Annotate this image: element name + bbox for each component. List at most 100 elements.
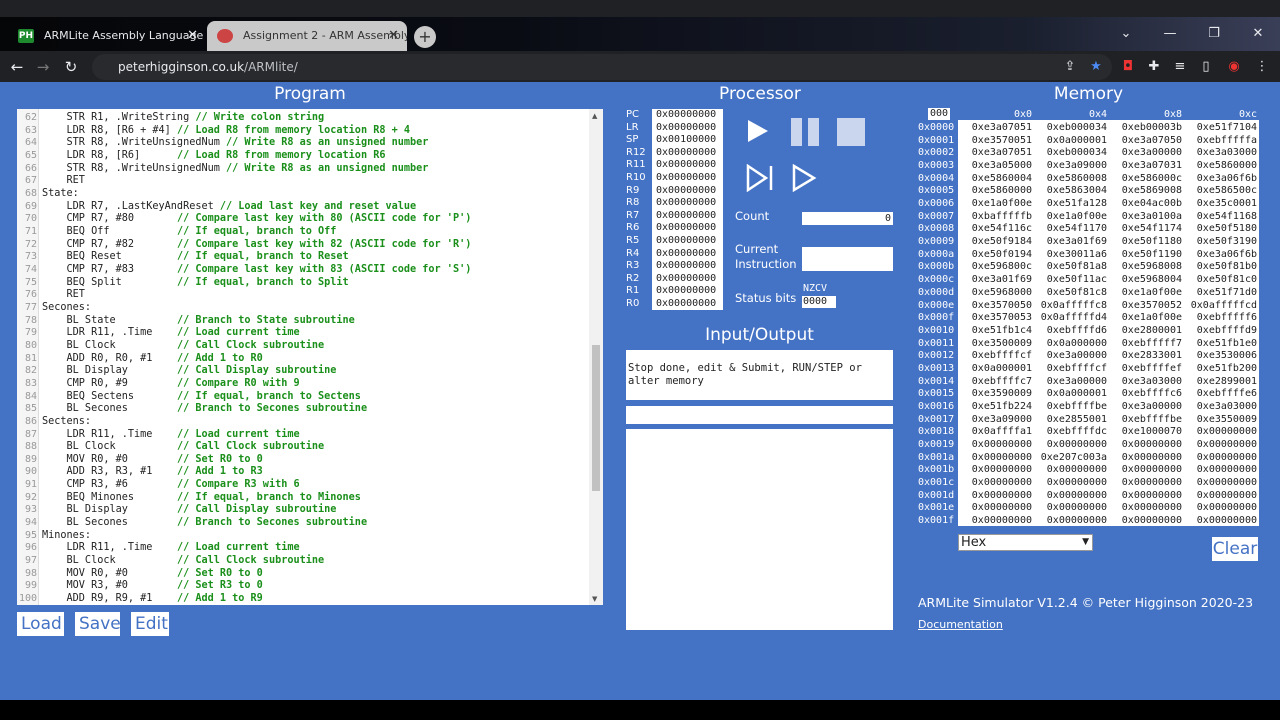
memory-cell[interactable]: 0x00000000 — [1033, 477, 1107, 488]
memory-cell[interactable]: 0xe3a06f6b — [1183, 249, 1257, 260]
close-icon[interactable]: ✕ — [187, 21, 198, 51]
memory-cell[interactable]: 0xe586500c — [1183, 185, 1257, 196]
memory-cell[interactable]: 0xebffffcf — [1033, 363, 1107, 374]
memory-cell[interactable]: 0xebffffc6 — [1108, 388, 1182, 399]
memory-cell[interactable]: 0x00000000 — [1033, 464, 1107, 475]
memory-cell[interactable]: 0xe3a00000 — [1108, 401, 1182, 412]
memory-cell[interactable]: 0xe3a07031 — [1108, 160, 1182, 171]
memory-cell[interactable]: 0xe3500009 — [958, 338, 1032, 349]
memory-cell[interactable]: 0xe5860008 — [1033, 173, 1107, 184]
memory-cell[interactable]: 0x0a000001 — [1033, 135, 1107, 146]
memory-cell[interactable]: 0xe54f1168 — [1183, 211, 1257, 222]
register-value[interactable]: 0x00000000 — [656, 197, 716, 208]
memory-cell[interactable]: 0x00000000 — [1033, 439, 1107, 450]
memory-cell[interactable]: 0xe51fb224 — [958, 401, 1032, 412]
memory-cell[interactable]: 0xe2833001 — [1108, 350, 1182, 361]
memory-cell[interactable]: 0xe3a00000 — [1033, 376, 1107, 387]
program-editor[interactable]: 62 63 64 65 66 67 68 69 70 71 72 73 74 75 76 77 78 79 80 81… — [17, 109, 603, 605]
back-arrow-icon[interactable]: ← — [5, 55, 29, 79]
memory-cell[interactable]: 0xe3a00000 — [1108, 147, 1182, 158]
share-icon[interactable]: ⇪ — [1060, 57, 1080, 77]
memory-cell[interactable]: 0xe2855001 — [1033, 414, 1107, 425]
memory-cell[interactable]: 0x00000000 — [958, 502, 1032, 513]
memory-cell[interactable]: 0xebffffd9 — [1183, 325, 1257, 336]
address-bar[interactable]: peterhigginson.co.uk/ARMlite/ — [92, 54, 1112, 80]
restore-icon[interactable]: ❐ — [1192, 17, 1236, 51]
memory-cell[interactable]: 0x0affffa1 — [958, 426, 1032, 437]
forward-arrow-icon[interactable]: → — [31, 55, 55, 79]
new-tab-button[interactable]: + — [414, 26, 436, 48]
register-value[interactable]: 0x00000000 — [656, 222, 716, 233]
memory-cell[interactable]: 0xe3a07050 — [1108, 135, 1182, 146]
memory-cell[interactable]: 0xe1a0f00e — [1108, 287, 1182, 298]
chevron-down-icon[interactable]: ⌄ — [1104, 17, 1148, 51]
memory-cell[interactable]: 0xe5869008 — [1108, 185, 1182, 196]
memory-cell[interactable]: 0x0a000000 — [1033, 338, 1107, 349]
close-window-icon[interactable]: ✕ — [1236, 17, 1280, 51]
memory-cell[interactable]: 0xe50f1180 — [1108, 236, 1182, 247]
memory-cell[interactable]: 0xebffffbe — [1108, 414, 1182, 425]
memory-cell[interactable]: 0x00000000 — [1183, 439, 1257, 450]
memory-cell[interactable]: 0xe50f9184 — [958, 236, 1032, 247]
memory-cell[interactable]: 0xe3a03000 — [1108, 376, 1182, 387]
memory-cell[interactable]: 0x0a000001 — [958, 363, 1032, 374]
memory-cell[interactable]: 0xebffffe6 — [1183, 388, 1257, 399]
edit-button[interactable]: Edit — [131, 612, 169, 636]
minimize-icon[interactable]: — — [1148, 17, 1192, 51]
memory-cell[interactable]: 0x00000000 — [1183, 452, 1257, 463]
memory-cell[interactable]: 0xe5860004 — [958, 173, 1032, 184]
memory-cell[interactable]: 0xe3530006 — [1183, 350, 1257, 361]
register-value[interactable]: 0x00000000 — [656, 147, 716, 158]
memory-cell[interactable]: 0x00000000 — [958, 439, 1032, 450]
register-value[interactable]: 0x00000000 — [656, 172, 716, 183]
memory-cell[interactable]: 0xe5968008 — [1108, 261, 1182, 272]
memory-cell[interactable]: 0xe3a03000 — [1183, 401, 1257, 412]
profile-avatar-icon[interactable]: ◉ — [1224, 57, 1244, 77]
stop-button[interactable] — [837, 118, 867, 146]
register-value[interactable]: 0x00000000 — [656, 285, 716, 296]
memory-cell[interactable]: 0x00000000 — [958, 452, 1032, 463]
memory-cell[interactable]: 0xe50f81b0 — [1183, 261, 1257, 272]
memory-cell[interactable]: 0xebfffff6 — [1183, 312, 1257, 323]
memory-cell[interactable]: 0xe3a09000 — [1033, 160, 1107, 171]
memory-cell[interactable]: 0xe3a03000 — [1183, 147, 1257, 158]
slow-run-button[interactable] — [792, 164, 818, 192]
memory-cell[interactable]: 0xe5860000 — [1183, 160, 1257, 171]
memory-cell[interactable]: 0xebffffd6 — [1033, 325, 1107, 336]
memory-cell[interactable]: 0x00000000 — [1108, 490, 1182, 501]
memory-cell[interactable]: 0xe3570050 — [958, 300, 1032, 311]
memory-cell[interactable]: 0xebffffcf — [958, 350, 1032, 361]
memory-cell[interactable]: 0xbafffffb — [958, 211, 1032, 222]
memory-cell[interactable]: 0x00000000 — [1108, 464, 1182, 475]
memory-cell[interactable]: 0xebffffc7 — [958, 376, 1032, 387]
register-value[interactable]: 0x00000000 — [656, 298, 716, 309]
memory-cell[interactable]: 0x00000000 — [1183, 477, 1257, 488]
memory-format-select[interactable]: Hex ▼ — [958, 534, 1093, 551]
memory-cell[interactable]: 0xe35c0001 — [1183, 198, 1257, 209]
run-button[interactable] — [746, 118, 770, 144]
memory-cell[interactable]: 0xe3a00000 — [1033, 350, 1107, 361]
memory-cell[interactable]: 0xe54f116c — [958, 223, 1032, 234]
memory-cell[interactable]: 0xe30011a6 — [1033, 249, 1107, 260]
register-value[interactable]: 0x00000000 — [656, 210, 716, 221]
memory-cell[interactable]: 0xe3a01f69 — [958, 274, 1032, 285]
memory-cell[interactable]: 0x00000000 — [1183, 502, 1257, 513]
memory-cell[interactable]: 0x00000000 — [1108, 502, 1182, 513]
memory-cell[interactable]: 0xe1000070 — [1108, 426, 1182, 437]
scrollbar-thumb[interactable] — [592, 345, 600, 491]
memory-cell[interactable]: 0xe51f7104 — [1183, 122, 1257, 133]
memory-cell[interactable]: 0x0a000001 — [1033, 388, 1107, 399]
memory-cell[interactable]: 0x00000000 — [1033, 490, 1107, 501]
memory-cell[interactable]: 0xe50f3190 — [1183, 236, 1257, 247]
io-input-field[interactable] — [626, 406, 893, 424]
memory-cell[interactable]: 0xe2800001 — [1108, 325, 1182, 336]
memory-cell[interactable]: 0xe2899001 — [1183, 376, 1257, 387]
bookmark-star-icon[interactable]: ★ — [1086, 57, 1106, 77]
memory-cell[interactable]: 0xe3a06f6b — [1183, 173, 1257, 184]
memory-cell[interactable]: 0xebffffef — [1108, 363, 1182, 374]
memory-cell[interactable]: 0xe3a05000 — [958, 160, 1032, 171]
memory-cell[interactable]: 0xe5968000 — [958, 287, 1032, 298]
memory-cell[interactable]: 0x00000000 — [1183, 490, 1257, 501]
memory-cell[interactable]: 0xe51f71d0 — [1183, 287, 1257, 298]
memory-cell[interactable]: 0xeb00003b — [1108, 122, 1182, 133]
